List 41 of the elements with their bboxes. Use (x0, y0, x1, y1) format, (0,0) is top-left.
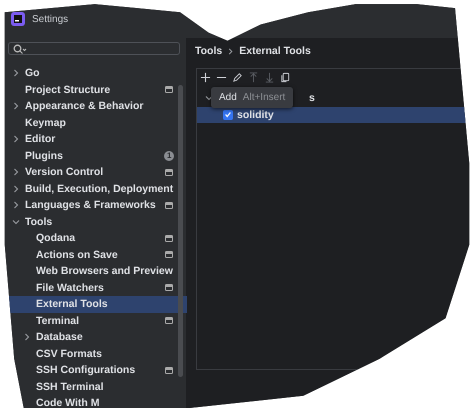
scrollbar[interactable] (178, 85, 183, 377)
window-title: Settings (32, 14, 68, 24)
sidebar-item[interactable]: Editor (0, 131, 188, 148)
sidebar-item[interactable]: Qodana (0, 230, 188, 246)
sidebar-item[interactable]: Code With M (0, 395, 188, 408)
breadcrumb-item[interactable]: External Tools (239, 45, 311, 57)
checkbox[interactable] (223, 110, 233, 120)
arrow-up-icon (248, 72, 259, 83)
count-badge: 1 (164, 150, 174, 161)
sidebar-item[interactable]: Keymap (0, 114, 188, 131)
sidebar-item[interactable]: Tools (0, 214, 188, 230)
app-logo-icon (11, 12, 25, 26)
tree-group-label[interactable]: s (309, 92, 315, 104)
edit-button[interactable] (231, 71, 244, 84)
sidebar-item[interactable]: Languages & Frameworks (0, 197, 188, 214)
sidebar-item[interactable]: Build, Execution, Deployment (0, 180, 188, 197)
chevron-right-icon (227, 48, 234, 54)
copy-button[interactable] (279, 71, 292, 84)
add-button[interactable] (199, 71, 212, 84)
shortcut-hint: Alt+Insert (242, 92, 286, 103)
sidebar-item[interactable]: Version Control (0, 164, 188, 180)
sidebar-item[interactable]: Project Structure (0, 82, 188, 98)
sidebar-item[interactable]: Appearance & Behavior (0, 98, 188, 114)
sidebar-item[interactable]: SSH Terminal (0, 378, 188, 395)
sidebar-item[interactable]: Database (0, 329, 188, 346)
sidebar-item[interactable]: Go (0, 65, 188, 82)
tooltip-label: Add (219, 92, 237, 103)
sidebar-item[interactable]: SSH Configurations (0, 362, 188, 378)
search-field[interactable] (8, 42, 180, 55)
copy-icon (280, 72, 291, 83)
sidebar-item[interactable]: Plugins 1 (0, 148, 188, 164)
arrow-down-icon (264, 72, 275, 83)
breadcrumb-item[interactable]: Tools (195, 45, 222, 57)
sidebar-item[interactable]: Terminal (0, 312, 188, 329)
sidebar-item[interactable]: File Watchers (0, 280, 188, 296)
pencil-icon (232, 72, 243, 83)
search-icon (13, 44, 27, 54)
sidebar-item[interactable]: CSV Formats (0, 346, 188, 362)
sidebar-item[interactable]: Web Browsers and Preview (0, 263, 188, 280)
sidebar-item[interactable]: Actions on Save (0, 246, 188, 263)
plus-icon (200, 72, 211, 83)
